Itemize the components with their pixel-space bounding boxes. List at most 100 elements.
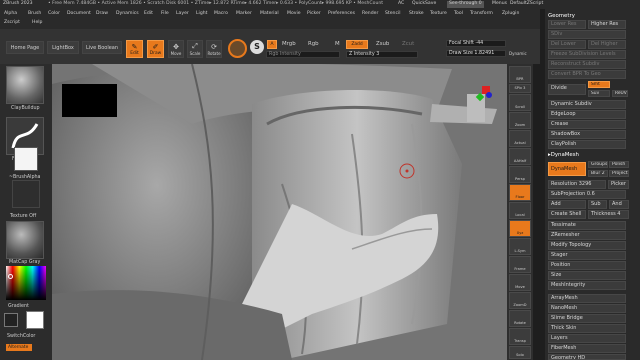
menu-marker[interactable]: Marker [236,11,252,17]
menus-button[interactable]: Menus [492,1,507,7]
modify-topology-button[interactable]: Modify Topology [548,241,626,250]
shadowbox-button[interactable]: ShadowBox [548,130,626,139]
blur-slider[interactable]: Blur 2 [588,170,608,177]
slime-bridge-button[interactable]: Slime Bridge [548,314,626,323]
alternate-button[interactable]: Alternate [6,344,32,351]
menu-dynamics[interactable]: Dynamics [116,11,139,17]
edit-mode-button[interactable]: ✎ Edit [126,40,143,58]
size-button[interactable]: Size [548,271,626,280]
menu-zscript[interactable]: Zscript [4,20,20,26]
sdiv-slider[interactable]: SDiv [548,30,626,39]
menu-render[interactable]: Render [362,11,378,17]
draw-mode-button[interactable]: ✐ Draw [147,40,164,58]
divide-button[interactable]: Divide [548,84,586,95]
menu-transform[interactable]: Transform [470,11,493,17]
solo-button[interactable]: Solo [509,346,531,359]
live-boolean-button[interactable]: Live Boolean [82,41,122,54]
menu-color[interactable]: Color [48,11,60,17]
create-shell-button[interactable]: Create Shell [548,210,586,219]
xyz-button[interactable]: Xyz [509,220,531,237]
zcut-button[interactable]: Zcut [402,41,414,47]
and-button[interactable]: And [609,200,629,209]
menu-brush[interactable]: Brush [28,11,41,17]
project-toggle[interactable]: Project [609,170,629,177]
m-button[interactable]: M [335,41,340,47]
thickness-slider[interactable]: Thickness 4 [588,210,629,219]
subprojection-slider[interactable]: SubProjection 0.6 [548,190,626,199]
dynamesh-button[interactable]: DynaMesh [548,162,586,176]
reconstruct-subdiv-button[interactable]: Reconstruct Subdiv [548,60,626,69]
secondary-color-swatch[interactable] [4,313,18,327]
material-thumbnail[interactable] [6,221,44,259]
see-through-slider[interactable]: See-through 0 [447,1,484,8]
gizmo-z-axis[interactable] [486,92,492,98]
menu-stencil[interactable]: Stencil [385,11,401,17]
lsym-button[interactable]: L.Sym [509,238,531,255]
dynamic-button[interactable]: Dynamic [509,51,527,56]
zadd-button[interactable]: Zadd [346,40,368,49]
menu-document[interactable]: Document [67,11,91,17]
move-button[interactable]: ✥ Move [168,40,184,58]
polish-toggle[interactable]: Polish [609,161,629,168]
edgeloop-button[interactable]: EdgeLoop [548,110,626,119]
stager-button[interactable]: Stager [548,251,626,260]
actual-button[interactable]: Actual [509,130,531,147]
meshintegrity-button[interactable]: MeshIntegrity [548,281,626,290]
frame-button[interactable]: Frame [509,256,531,273]
move-view-button[interactable]: Move [509,274,531,291]
alpha-thumbnail[interactable] [14,147,38,171]
menu-stroke[interactable]: Stroke [409,11,424,17]
aahalf-button[interactable]: AAHalf [509,148,531,165]
nanomesh-button[interactable]: NanoMesh [548,304,626,313]
freeze-subdiv-button[interactable]: Freeze SubDivision Levels [548,50,626,59]
tessimate-button[interactable]: Tessimate [548,221,626,230]
rotate-view-button[interactable]: Rotate [509,310,531,327]
floor-button[interactable]: Floor [509,184,531,201]
smt-toggle[interactable]: Smt [588,81,610,88]
brush-ring-icon[interactable] [228,39,247,58]
arraymesh-button[interactable]: ArrayMesh [548,294,626,303]
color-picker[interactable] [6,266,46,300]
dynamesh-header[interactable]: ▸DynaMesh [548,152,579,158]
menu-texture[interactable]: Texture [430,11,447,17]
resolution-slider[interactable]: Resolution 3296 [548,180,606,189]
menu-preferences[interactable]: Preferences [328,11,355,17]
zoomd-button[interactable]: ZoomD [509,292,531,309]
focal-shift-slider[interactable]: Focal Shift -44 [446,40,506,47]
rgb-intensity-slider[interactable]: Rgb Intensity [266,51,340,58]
texture-thumbnail[interactable] [12,180,40,208]
groups-toggle[interactable]: Groups [588,161,608,168]
del-lower-button[interactable]: Del Lower [548,40,586,49]
bpr-button[interactable]: BPR [509,66,531,83]
mrgb-button[interactable]: Mrgb [282,41,296,47]
scroll-button[interactable]: Scroll [509,94,531,111]
position-button[interactable]: Position [548,261,626,270]
sub-button[interactable]: Sub [588,200,607,209]
a-button[interactable]: A [267,40,277,49]
zremesher-button[interactable]: ZRemesher [548,231,626,240]
lightbox-button[interactable]: LightBox [47,41,79,54]
geometry-hd-button[interactable]: Geometry HD [548,354,626,360]
menu-tool[interactable]: Tool [454,11,463,17]
rotate-button[interactable]: ⟳ Rotate [206,40,222,58]
main-color-swatch[interactable] [26,311,44,329]
quicksave-button[interactable]: QuickSave [412,1,436,7]
fibermesh-button[interactable]: FiberMesh [548,344,626,353]
menu-help[interactable]: Help [32,20,42,26]
picker-button[interactable]: Picker [608,180,629,189]
zsub-button[interactable]: Zsub [376,41,389,47]
convert-bpr-button[interactable]: Convert BPR To Geo [548,70,626,79]
ac-button[interactable]: AC [398,1,404,7]
thick-skin-button[interactable]: Thick Skin [548,324,626,333]
scale-button[interactable]: ⤢ Scale [187,40,203,58]
del-higher-button[interactable]: Del Higher [588,40,626,49]
crease-button[interactable]: Crease [548,120,626,129]
menu-draw[interactable]: Draw [96,11,108,17]
script-selector[interactable]: DefaultZScript [510,1,543,7]
claypolish-button[interactable]: ClayPolish [548,140,626,149]
menu-edit[interactable]: Edit [144,11,153,17]
menu-light[interactable]: Light [196,11,207,17]
menu-movie[interactable]: Movie [287,11,301,17]
persp-button[interactable]: Persp [509,166,531,183]
zoom-button[interactable]: Zoom [509,112,531,129]
